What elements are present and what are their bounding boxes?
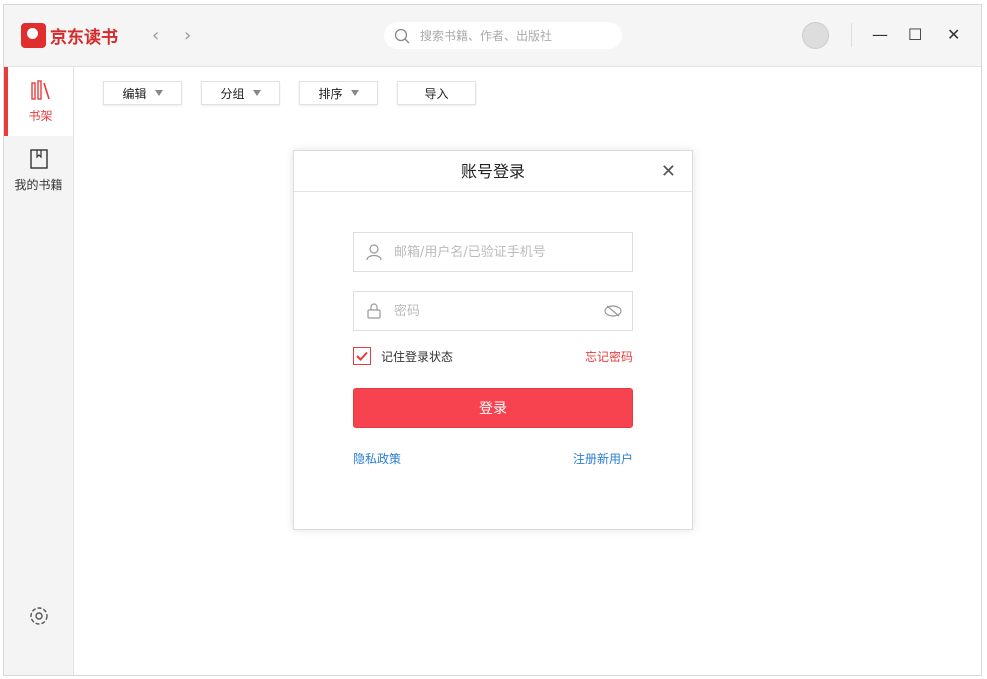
- login-dialog: 账号登录 ✕ 记住登录状态 忘记密码 登录 隐私政策 注册新用户: [293, 150, 693, 530]
- dropdown-caret-icon: [252, 90, 261, 96]
- search-icon: [394, 28, 410, 43]
- hide-password-eye-icon[interactable]: [604, 305, 622, 317]
- links-row: 隐私政策 注册新用户: [353, 450, 633, 467]
- maximize-icon[interactable]: ☐: [908, 25, 922, 44]
- sort-label: 排序: [318, 86, 343, 101]
- username-field[interactable]: [353, 232, 633, 272]
- edit-button[interactable]: 编辑: [103, 81, 182, 105]
- import-button[interactable]: 导入: [397, 81, 476, 105]
- app-name: 京东读书: [50, 28, 118, 48]
- import-label: 导入: [424, 86, 449, 101]
- bookshelf-icon: [30, 80, 50, 100]
- dropdown-caret-icon: [154, 90, 163, 96]
- search-placeholder: 搜索书籍、作者、出版社: [420, 29, 553, 43]
- remember-label: 记住登录状态: [381, 349, 454, 364]
- login-label: 登录: [479, 401, 507, 417]
- minimize-icon[interactable]: —: [872, 25, 888, 44]
- login-button[interactable]: 登录: [353, 388, 633, 428]
- search-box[interactable]: 搜索书籍、作者、出版社: [384, 22, 622, 49]
- avatar[interactable]: [802, 22, 829, 49]
- dialog-title: 账号登录: [460, 162, 525, 181]
- group-label: 分组: [220, 86, 245, 101]
- back-icon[interactable]: ‹: [152, 25, 159, 46]
- logo-icon: [21, 23, 46, 48]
- sidebar-item-label: 我的书籍: [14, 178, 63, 192]
- group-button[interactable]: 分组: [201, 81, 280, 105]
- password-input[interactable]: [394, 303, 604, 319]
- sidebar-item-my-books[interactable]: 我的书籍: [4, 136, 73, 205]
- register-link[interactable]: 注册新用户: [573, 450, 633, 467]
- forgot-password-link[interactable]: 忘记密码: [585, 348, 633, 365]
- close-icon[interactable]: ✕: [947, 25, 960, 44]
- sidebar: 书架 我的书籍: [4, 67, 74, 675]
- divider: [851, 23, 852, 47]
- app-logo: 京东读书: [21, 23, 118, 48]
- title-bar: 京东读书 ‹ › 搜索书籍、作者、出版社 — ☐ ✕: [4, 5, 981, 67]
- edit-label: 编辑: [122, 86, 147, 101]
- checkbox-checked-icon[interactable]: [353, 347, 371, 365]
- privacy-policy-link[interactable]: 隐私政策: [353, 450, 401, 467]
- sort-button[interactable]: 排序: [299, 81, 378, 105]
- book-icon: [29, 149, 48, 169]
- forward-icon[interactable]: ›: [184, 25, 191, 46]
- settings-gear-icon[interactable]: [28, 605, 50, 627]
- password-field[interactable]: [353, 291, 633, 331]
- toolbar: 编辑 分组 排序 导入: [103, 81, 476, 105]
- username-input[interactable]: [394, 244, 632, 260]
- remember-login-checkbox[interactable]: 记住登录状态: [353, 347, 453, 365]
- dropdown-caret-icon: [350, 90, 359, 96]
- options-row: 记住登录状态 忘记密码: [353, 347, 633, 365]
- user-icon: [366, 244, 382, 260]
- dialog-header: 账号登录 ✕: [294, 151, 692, 192]
- lock-icon: [367, 303, 381, 319]
- dialog-close-icon[interactable]: ✕: [661, 151, 676, 192]
- sidebar-item-label: 书架: [28, 109, 53, 123]
- sidebar-item-bookshelf[interactable]: 书架: [4, 67, 73, 136]
